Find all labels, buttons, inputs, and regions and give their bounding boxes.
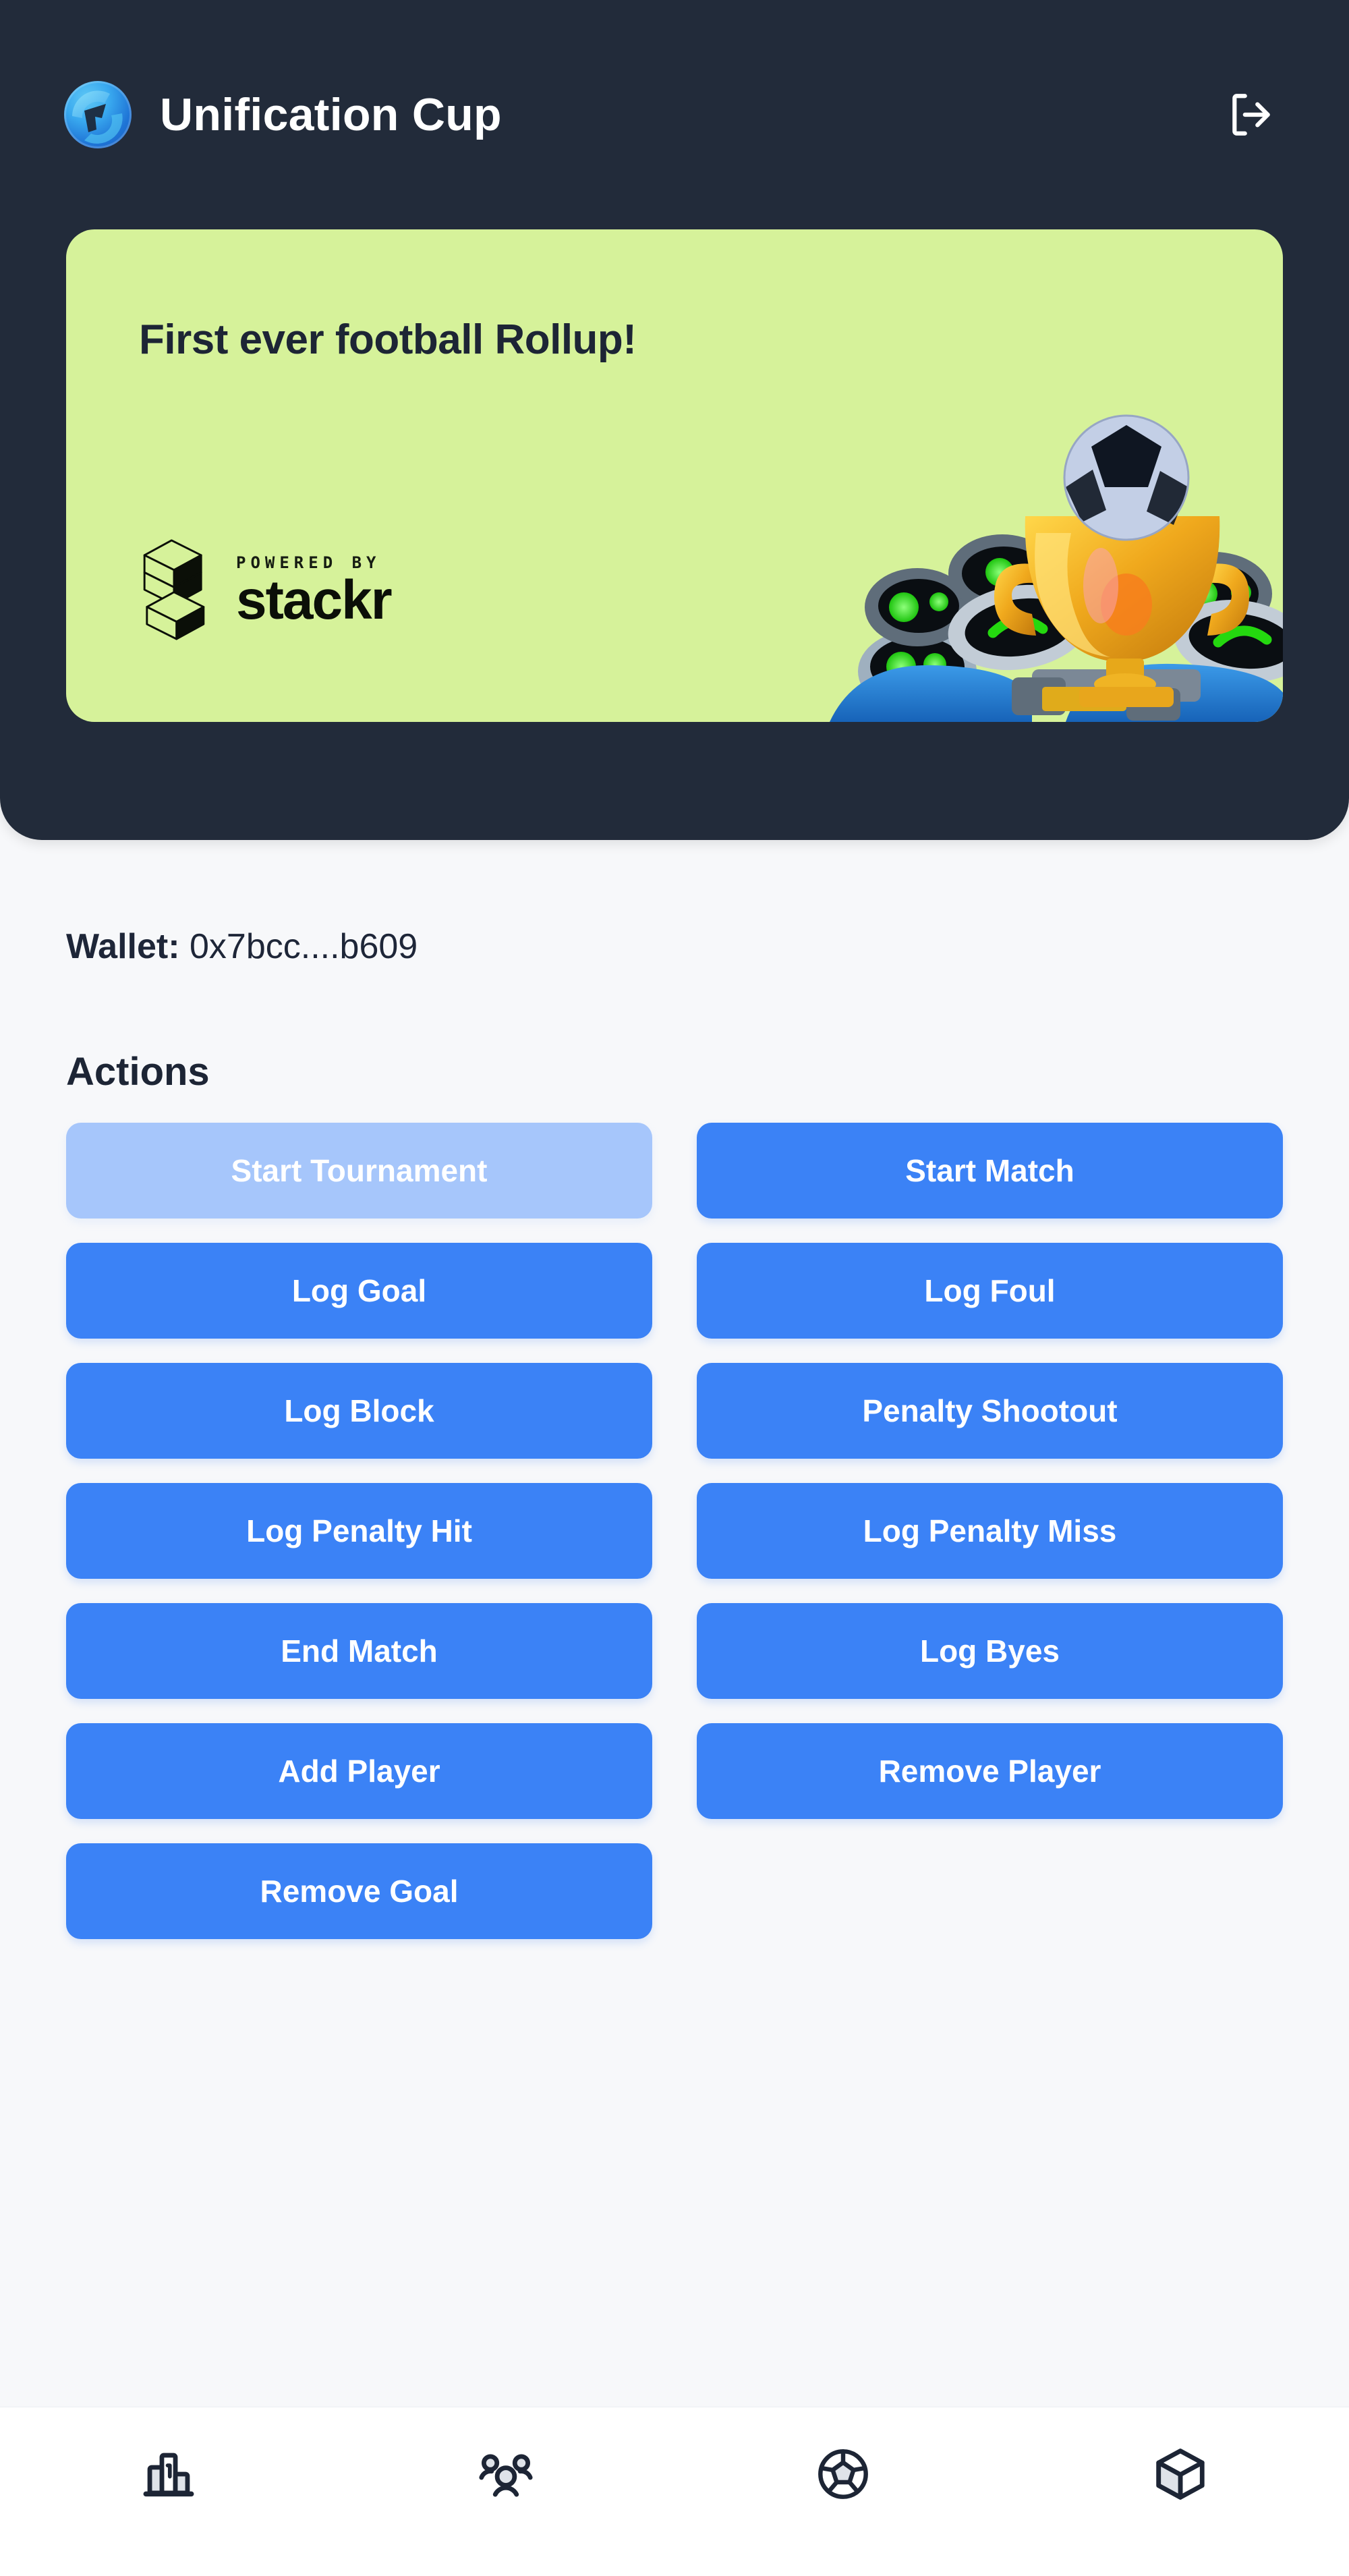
- brand: Unification Cup: [64, 81, 1214, 148]
- stackr-isometric-s-icon: [143, 539, 205, 640]
- nav-item-players[interactable]: [337, 2445, 674, 2503]
- bottom-navigation: [0, 2407, 1349, 2576]
- action-button-log-penalty-miss[interactable]: Log Penalty Miss: [697, 1483, 1283, 1579]
- action-button-start-tournament[interactable]: Start Tournament: [66, 1123, 652, 1219]
- stackr-lockup: POWERED BY stackr: [136, 533, 393, 646]
- action-button-penalty-shootout[interactable]: Penalty Shootout: [697, 1363, 1283, 1459]
- wallet-address: 0x7bcc....b609: [189, 927, 418, 966]
- header-bar: Unification Cup: [0, 0, 1349, 229]
- action-button-add-player[interactable]: Add Player: [66, 1723, 652, 1819]
- action-button-log-penalty-hit[interactable]: Log Penalty Hit: [66, 1483, 652, 1579]
- banner-wrap: First ever football Rollup! POWERED BY s…: [0, 229, 1349, 722]
- action-button-log-foul[interactable]: Log Foul: [697, 1243, 1283, 1339]
- globe-swoosh-glyph: [72, 90, 123, 144]
- nav-item-blocks[interactable]: [1012, 2445, 1349, 2503]
- action-button-end-match[interactable]: End Match: [66, 1603, 652, 1699]
- leaderboard-podium-icon: [143, 2453, 194, 2497]
- stackr-brand-name: stackr: [236, 569, 393, 632]
- globe-swoosh-logo-icon: [64, 81, 132, 148]
- wallet-label: Wallet:: [66, 927, 180, 966]
- action-button-log-block[interactable]: Log Block: [66, 1363, 652, 1459]
- nav-item-matches[interactable]: [674, 2445, 1012, 2503]
- stackr-text: POWERED BY stackr: [236, 553, 393, 632]
- promo-banner[interactable]: First ever football Rollup! POWERED BY s…: [66, 229, 1283, 722]
- header-card: Unification Cup First ever football Roll…: [0, 0, 1349, 840]
- logout-button[interactable]: [1214, 78, 1288, 152]
- action-button-start-match[interactable]: Start Match: [697, 1123, 1283, 1219]
- action-button-remove-goal[interactable]: Remove Goal: [66, 1843, 652, 1939]
- app-root: Unification Cup First ever football Roll…: [0, 0, 1349, 2576]
- soccer-ball-icon: [818, 2449, 868, 2499]
- main-content: Wallet: 0x7bcc....b609 Actions Start Tou…: [0, 840, 1349, 2407]
- action-button-log-byes[interactable]: Log Byes: [697, 1603, 1283, 1699]
- banner-headline: First ever football Rollup!: [139, 316, 637, 363]
- action-button-log-goal[interactable]: Log Goal: [66, 1243, 652, 1339]
- trophy-robots-illustration-icon: [830, 414, 1283, 722]
- action-button-remove-player[interactable]: Remove Player: [697, 1723, 1283, 1819]
- actions-grid: Start Tournament Start Match Log Goal Lo…: [66, 1123, 1283, 1939]
- cube-block-icon: [1156, 2448, 1205, 2500]
- app-title: Unification Cup: [160, 89, 502, 140]
- nav-item-leaderboard[interactable]: [0, 2445, 337, 2503]
- actions-section-title: Actions: [66, 1050, 210, 1094]
- logout-icon: [1232, 94, 1270, 136]
- wallet-row: Wallet: 0x7bcc....b609: [66, 926, 1283, 967]
- users-group-icon: [479, 2454, 533, 2497]
